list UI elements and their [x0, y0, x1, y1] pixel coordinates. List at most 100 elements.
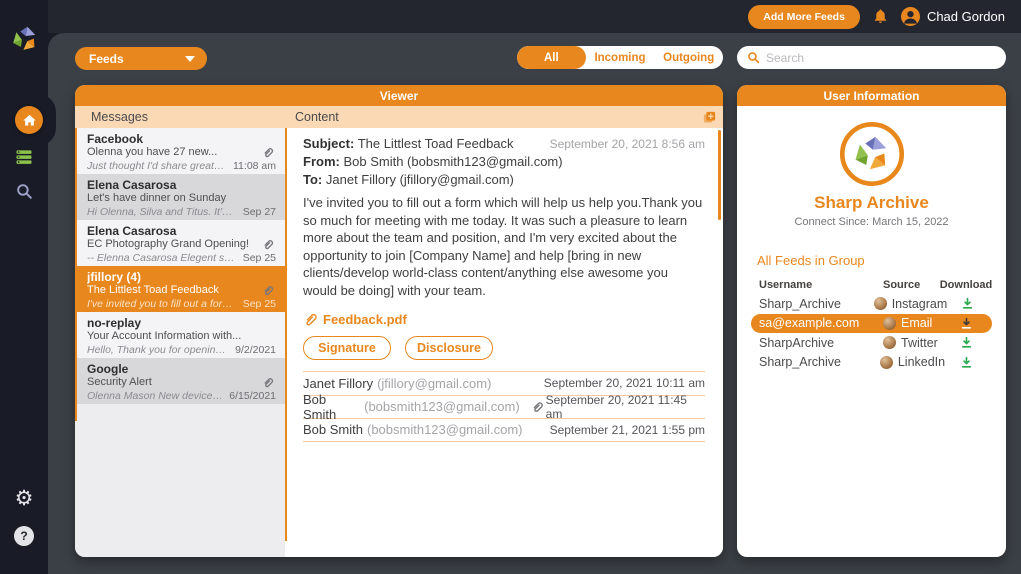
message-preview: Just thought I'd share great news ...	[87, 160, 227, 172]
paperclip-icon	[263, 377, 276, 388]
message-date: Sep 25	[242, 298, 276, 310]
tab-incoming[interactable]: Incoming	[586, 46, 655, 69]
feeds-dropdown-label: Feeds	[89, 51, 124, 66]
connect-since: Connect Since: March 15, 2022	[794, 216, 949, 228]
popout-icon[interactable]	[702, 110, 717, 125]
source-avatar-icon	[883, 336, 896, 350]
message-body: I've invited you to fill out a form whic…	[303, 195, 703, 298]
thread-row[interactable]: Bob Smith (bobsmith123@gmail.com) Septem…	[303, 391, 705, 422]
tab-outgoing[interactable]: Outgoing	[654, 46, 723, 69]
search-icon	[748, 52, 760, 64]
subject-label: Subject:	[303, 136, 355, 151]
sidebar-item-help[interactable]: ?	[0, 526, 48, 546]
subject-value: The Littlest Toad Feedback	[357, 136, 514, 151]
messages-scrollbar[interactable]	[75, 128, 77, 421]
paperclip-icon	[306, 313, 317, 326]
from-label: From:	[303, 154, 340, 169]
message-sender: Google	[87, 362, 129, 376]
message-preview: Olenna Mason New device signed...	[87, 390, 223, 402]
feed-row[interactable]: Sharp_Archive Instagram	[751, 294, 992, 314]
subject-line: Subject: The Littlest Toad Feedback	[303, 135, 514, 153]
source-avatar-icon	[883, 316, 896, 330]
download-icon[interactable]	[960, 356, 973, 369]
sidebar-item-settings[interactable]: ⚙	[0, 488, 48, 509]
message-list-item[interactable]: Facebook Olenna you have 27 new... Just …	[75, 128, 285, 174]
source-avatar-icon	[873, 297, 887, 311]
thread-email: (bobsmith123@gmail.com)	[366, 422, 523, 438]
from-line: From: Bob Smith (bobsmith123@gmail.com)	[303, 153, 705, 171]
thread-sender: Bob Smith	[303, 422, 363, 438]
sidebar: ⚙ ?	[0, 0, 56, 574]
search-input[interactable]	[766, 50, 996, 65]
message-list-item[interactable]: jfillory (4) The Littlest Toad Feedback …	[75, 266, 285, 312]
content-scrollbar[interactable]	[718, 130, 721, 220]
user-avatar-icon	[900, 7, 920, 26]
caret-down-icon	[185, 55, 195, 62]
thread-date: September 20, 2021 10:11 am	[543, 376, 705, 391]
signature-button[interactable]: Signature	[303, 336, 391, 360]
message-sender: Facebook	[87, 132, 144, 146]
feed-row[interactable]: sa@example.com Email	[751, 313, 992, 333]
message-preview: -- Elenna Casarosa Elegent store is...	[87, 252, 237, 264]
message-list-item[interactable]: Elena Casarosa Let's have dinner on Sund…	[75, 174, 285, 220]
feed-username: Sharp_Archive	[759, 355, 841, 370]
disclosure-button[interactable]: Disclosure	[405, 336, 493, 360]
sidebar-item-search[interactable]	[0, 182, 48, 201]
paperclip-icon	[263, 239, 276, 250]
message-date: 9/2/2021	[235, 344, 276, 356]
bell-icon[interactable]	[872, 8, 889, 25]
message-list-item[interactable]: Google Security Alert Olenna Mason New d…	[75, 358, 285, 404]
message-subject: Olenna you have 27 new...	[87, 146, 218, 158]
message-sender: Elena Casarosa	[87, 224, 177, 238]
user-panel-title: User Information	[737, 85, 1006, 106]
message-preview: Hello, Thank you for opening your...	[87, 344, 230, 356]
add-more-feeds-button[interactable]: Add More Feeds	[748, 4, 860, 29]
message-date: September 20, 2021 8:56 am	[549, 137, 705, 151]
thread-date: September 21, 2021 1:55 pm	[549, 422, 705, 437]
source-avatar-icon	[879, 355, 893, 369]
feed-row[interactable]: SharpArchive Twitter	[751, 333, 992, 353]
sidebar-item-home[interactable]	[15, 106, 43, 134]
search-icon	[16, 184, 32, 199]
feed-source: LinkedIn	[897, 355, 946, 370]
top-bar: Add More Feeds Chad Gordon	[48, 0, 1021, 33]
viewer-subheader: Messages Content	[75, 106, 723, 128]
account-name: Sharp Archive	[814, 193, 929, 212]
message-list-item[interactable]: no-replay Your Account Information with.…	[75, 312, 285, 358]
message-subject: Your Account Information with...	[87, 330, 242, 342]
sidebar-item-feeds[interactable]	[0, 147, 48, 167]
attachment-name: Feedback.pdf	[323, 312, 407, 327]
message-date: 6/15/2021	[229, 390, 276, 402]
download-icon[interactable]	[960, 317, 973, 330]
sharp-archive-logo	[8, 22, 42, 61]
thread-row[interactable]: Bob Smith (bobsmith123@gmail.com) Septem…	[303, 418, 705, 442]
attachment-link[interactable]: Feedback.pdf	[303, 312, 705, 327]
to-value: Janet Fillory (jfillory@gmail.com)	[325, 172, 514, 187]
to-line: To: Janet Fillory (jfillory@gmail.com)	[303, 171, 705, 189]
tab-all[interactable]: All	[517, 46, 586, 69]
user-menu[interactable]: Chad Gordon	[900, 7, 1005, 26]
message-subject: Security Alert	[87, 376, 152, 388]
col-download: Download	[939, 279, 993, 291]
message-list-item[interactable]: Elena Casarosa EC Photography Grand Open…	[75, 220, 285, 266]
thread-email: (jfillory@gmail.com)	[377, 375, 492, 391]
feeds-table: Username Source Download Sharp_Archive I…	[751, 276, 992, 372]
feed-username: SharpArchive	[759, 335, 835, 350]
gear-icon: ⚙	[14, 487, 34, 510]
paperclip-icon	[263, 147, 276, 158]
direction-filter-toggle: All Incoming Outgoing	[517, 46, 723, 69]
feeds-dropdown[interactable]: Feeds	[75, 47, 207, 70]
feed-row[interactable]: Sharp_Archive LinkedIn	[751, 353, 992, 373]
col-username: Username	[759, 279, 813, 291]
download-icon[interactable]	[960, 336, 973, 349]
download-icon[interactable]	[961, 297, 974, 310]
viewer-panel-title: Viewer	[75, 85, 723, 106]
home-icon	[22, 114, 36, 125]
user-information-panel: User Information Sharp Archive Connect S…	[737, 85, 1006, 557]
to-label: To:	[303, 172, 323, 187]
thread-sender: Bob Smith	[303, 391, 337, 422]
paperclip-icon	[263, 285, 276, 296]
message-sender: no-replay	[87, 316, 142, 330]
messages-header: Messages	[91, 110, 148, 124]
paperclip-icon	[532, 401, 546, 413]
